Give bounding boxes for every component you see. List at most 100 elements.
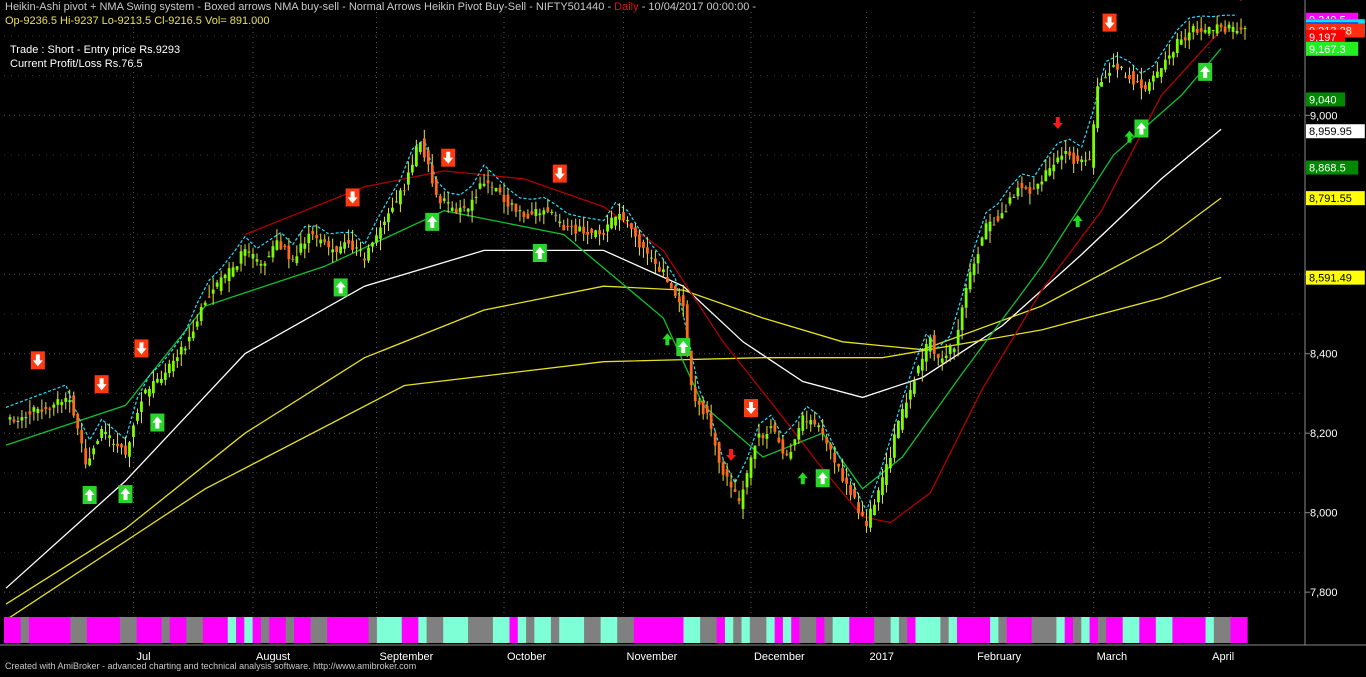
- bull-candle: [1104, 77, 1107, 79]
- bear-candle: [426, 150, 430, 165]
- bull-candle: [793, 439, 797, 446]
- stock-chart[interactable]: 7,8008,0008,2008,4008,6009,0009,240.59,2…: [0, 0, 1366, 672]
- bear-candle: [721, 462, 725, 475]
- ribbon-segment: [385, 617, 395, 643]
- price-marker-label: 8,868.5: [1309, 163, 1346, 175]
- ribbon-segment: [807, 617, 817, 643]
- sell-box-arrow: [441, 148, 456, 167]
- bull-candle: [614, 216, 617, 226]
- ribbon-segment: [1172, 617, 1182, 643]
- bull-candle: [1227, 24, 1231, 29]
- sell-box-arrow: [94, 375, 109, 394]
- bull-candle: [187, 336, 191, 342]
- interval-label: Daily: [614, 1, 639, 13]
- bear-candle: [287, 245, 291, 260]
- bull-candle: [179, 346, 183, 355]
- bear-candle: [120, 444, 123, 448]
- bull-candle: [64, 397, 68, 402]
- ribbon-segment: [965, 617, 975, 643]
- bear-candle: [996, 216, 1000, 221]
- bear-candle: [841, 468, 845, 482]
- bull-candle: [259, 263, 263, 266]
- x-tick-label: October: [507, 651, 546, 663]
- ribbon-segment: [227, 617, 237, 643]
- bull-candle: [1112, 65, 1115, 67]
- ribbon-segment: [78, 617, 88, 643]
- ribbon-segment: [1130, 617, 1140, 643]
- bull-candle: [148, 388, 151, 397]
- chart-canvas[interactable]: 7,8008,0008,2008,4008,6009,0009,240.59,2…: [0, 0, 1366, 672]
- bull-candle: [1044, 170, 1048, 182]
- bull-candle: [1163, 59, 1167, 70]
- bull-candle: [956, 329, 960, 346]
- bear-candle: [665, 276, 669, 283]
- bull-candle: [801, 415, 805, 431]
- trade-profit-text: Current Profit/Loss Rs.76.5: [10, 58, 143, 70]
- bear-candle: [761, 435, 765, 439]
- sell-arrow-icon: [726, 448, 737, 461]
- ribbon-segment: [766, 617, 776, 643]
- ribbon-segment: [865, 617, 875, 643]
- bear-candle: [821, 428, 825, 434]
- bull-candle: [940, 358, 944, 363]
- bull-candle: [606, 224, 609, 232]
- ribbon-segment: [658, 617, 668, 643]
- bull-candle: [223, 274, 227, 279]
- ribbon-segment: [1122, 617, 1132, 643]
- bull-candle: [1155, 71, 1159, 78]
- y-tick-label: 8,200: [1310, 428, 1338, 440]
- bull-candle: [227, 268, 231, 282]
- bear-candle: [279, 241, 283, 250]
- bear-candle: [335, 246, 339, 253]
- ribbon-segment: [484, 617, 494, 643]
- buy-arrow-icon: [797, 472, 808, 485]
- price-marker-label: 8,591.49: [1309, 273, 1352, 285]
- bull-candle: [924, 343, 928, 362]
- sell-box-arrow: [1102, 13, 1117, 32]
- ribbon-segment: [4, 617, 13, 643]
- ribbon-segment: [252, 617, 262, 643]
- bull-candle: [1243, 28, 1247, 30]
- price-marker-label: 8,959.95: [1309, 126, 1352, 138]
- bear-candle: [546, 207, 550, 213]
- bear-candle: [1219, 24, 1223, 28]
- bear-candle: [646, 247, 649, 254]
- bull-candle: [1203, 29, 1207, 33]
- bull-candle: [1052, 164, 1056, 172]
- buy-box-arrow: [1134, 119, 1149, 138]
- bull-candle: [1159, 68, 1163, 77]
- ribbon-segment: [1014, 617, 1024, 643]
- bull-candle: [869, 508, 872, 528]
- bull-candle: [1012, 196, 1016, 198]
- ribbon-segment: [1048, 617, 1058, 643]
- bull-candle: [741, 489, 745, 509]
- bear-candle: [80, 430, 84, 444]
- bull-candle: [367, 247, 370, 261]
- ribbon-segment: [642, 617, 651, 643]
- bear-candle: [697, 400, 701, 405]
- bull-candle: [1191, 26, 1195, 33]
- moving-average-line: [5, 128, 1222, 589]
- bear-candle: [713, 432, 717, 446]
- bull-candle: [972, 263, 976, 276]
- ribbon-segment: [120, 617, 129, 643]
- bear-candle: [785, 453, 789, 456]
- bull-candle: [211, 289, 215, 294]
- bull-candle: [765, 434, 769, 439]
- bull-candle: [88, 458, 92, 466]
- bull-candle: [1060, 155, 1064, 160]
- ribbon-segment: [1089, 617, 1099, 643]
- bull-candle: [594, 230, 598, 237]
- bear-candle: [1124, 76, 1127, 78]
- bear-candle: [1076, 155, 1080, 162]
- bull-candle: [817, 425, 821, 428]
- ribbon-segment: [277, 617, 287, 643]
- ribbon-segment: [907, 617, 917, 643]
- bull-candle: [152, 381, 155, 394]
- ribbon-segment: [1197, 617, 1207, 643]
- bull-candle: [908, 390, 912, 400]
- ribbon-segment: [260, 617, 270, 643]
- bull-candle: [1175, 38, 1179, 54]
- bull-candle: [418, 142, 422, 153]
- bull-candle: [518, 210, 522, 212]
